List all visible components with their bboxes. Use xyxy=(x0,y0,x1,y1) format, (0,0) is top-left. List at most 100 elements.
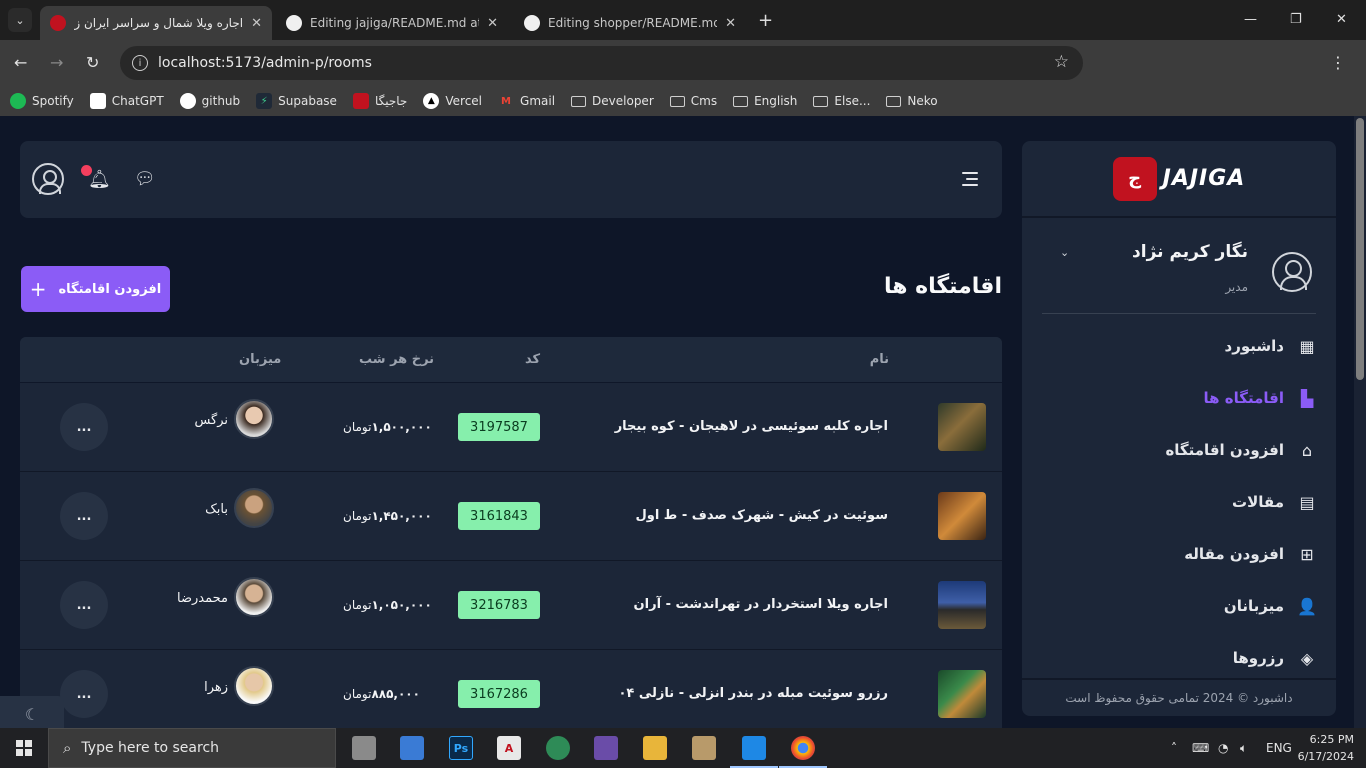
bookmark-folder-cms[interactable]: Cms xyxy=(669,94,717,108)
minimize-button[interactable]: — xyxy=(1244,12,1257,27)
user-profile-icon[interactable] xyxy=(32,163,64,195)
table-row[interactable]: اجاره کلبه سوئیسی در لاهیجان - کوه بیجار… xyxy=(20,383,1002,472)
browser-tab-strip: ⌄ اجاره ویلا شمال و سراسر ایران زیبا ✕ E… xyxy=(0,0,1366,40)
room-code-badge: 3197587 xyxy=(458,413,540,441)
folder-icon xyxy=(733,95,749,107)
bookmark-jajiga[interactable]: جاجیگا xyxy=(352,93,408,109)
column-header-price: نرخ هر شب xyxy=(359,352,435,367)
acrobat-icon[interactable]: A xyxy=(497,736,521,760)
profile-card[interactable]: نگار کریم نژاد مدیر ⌄ xyxy=(1042,218,1316,314)
browser-tab-2[interactable]: Editing jajiga/README.md at m ✕ xyxy=(276,6,508,40)
layers-icon: ◈ xyxy=(1300,648,1314,668)
price-value: ۱,۴۵۰,۰۰۰ xyxy=(371,509,432,523)
system-clock[interactable]: 6:25 PM 6/17/2024 xyxy=(1298,731,1354,765)
sidebar-item-rooms[interactable]: اقامتگاه ها ▙ xyxy=(1022,372,1336,424)
sidebar-item-reservations[interactable]: رزروها ◈ xyxy=(1022,632,1336,684)
visual-studio-icon[interactable] xyxy=(594,736,618,760)
more-options-button[interactable]: ... xyxy=(60,581,108,629)
control-panel-icon[interactable] xyxy=(400,736,424,760)
chat-icon[interactable]: 💬︎ xyxy=(134,169,156,189)
bookmark-star-icon[interactable]: ☆ xyxy=(1054,52,1069,72)
browser-tab-3[interactable]: Editing shopper/README.md at ✕ xyxy=(514,6,746,40)
sidebar-item-label: افزودن مقاله xyxy=(1184,545,1284,563)
close-tab-icon[interactable]: ✕ xyxy=(725,16,736,31)
new-tab-button[interactable]: + xyxy=(758,10,773,31)
sidebar-item-dashboard[interactable]: داشبورد ▦ xyxy=(1022,320,1336,372)
bookmark-folder-developer[interactable]: Developer xyxy=(571,94,654,108)
scrollbar-thumb[interactable] xyxy=(1356,118,1364,380)
recycle-bin-icon[interactable] xyxy=(352,736,376,760)
bookmark-folder-else[interactable]: Else... xyxy=(813,94,870,108)
volume-icon[interactable]: 🔈︎ xyxy=(1240,741,1247,756)
restore-button[interactable]: ❐ xyxy=(1290,12,1302,27)
forward-arrow-icon[interactable]: → xyxy=(50,53,63,72)
vercel-icon: ▲ xyxy=(423,93,440,109)
bookmark-folder-neko[interactable]: Neko xyxy=(886,94,938,108)
host-avatar xyxy=(234,577,274,617)
more-options-button[interactable]: ... xyxy=(60,492,108,540)
language-indicator[interactable]: ENG xyxy=(1266,741,1292,755)
tab-title: Editing jajiga/README.md at m xyxy=(310,16,480,30)
column-header-host: میزبان xyxy=(239,352,282,367)
tab-search-button[interactable]: ⌄ xyxy=(8,8,32,32)
sidebar-item-add-article[interactable]: افزودن مقاله ⊞ xyxy=(1022,528,1336,580)
sidebar-footer: داشبورد © 2024 تمامی حقوق محفوظ است xyxy=(1022,678,1336,716)
add-room-button[interactable]: + افزودن اقامتگاه xyxy=(21,266,170,312)
network-app-icon[interactable] xyxy=(546,736,570,760)
bookmark-github[interactable]: github xyxy=(179,93,241,109)
file-explorer-icon[interactable] xyxy=(643,736,667,760)
chrome-icon[interactable] xyxy=(779,736,827,768)
moon-icon[interactable]: ☾ xyxy=(0,696,64,728)
chevron-up-icon[interactable]: ˄ xyxy=(1171,741,1177,755)
bookmark-gmail[interactable]: M Gmail xyxy=(498,93,555,109)
close-tab-icon[interactable]: ✕ xyxy=(251,16,262,31)
sidebar-item-hosts[interactable]: میزبانان 👤 xyxy=(1022,580,1336,632)
address-bar[interactable]: i localhost:5173/admin-p/rooms ☆ xyxy=(120,46,1083,80)
hamburger-menu-icon[interactable] xyxy=(962,172,978,190)
sidebar-item-articles[interactable]: مقالات ▤ xyxy=(1022,476,1336,528)
gmail-icon: M xyxy=(501,95,511,107)
keyboard-icon[interactable]: ⌨ xyxy=(1192,741,1209,755)
installer-app-icon[interactable] xyxy=(692,736,716,760)
table-row[interactable]: اجاره ویلا استخردار در تهراندشت - آران 3… xyxy=(20,561,1002,650)
bookmark-chatgpt[interactable]: ChatGPT xyxy=(89,93,164,109)
photoshop-icon[interactable]: Ps xyxy=(449,736,473,760)
table-row[interactable]: سوئیت در کیش - شهرک صدف - ط اول 3161843 … xyxy=(20,472,1002,561)
more-options-button[interactable]: ... xyxy=(60,670,108,718)
bookmark-label: جاجیگا xyxy=(374,94,408,108)
sidebar-item-add-room[interactable]: افزودن اقامتگاه ⌂ xyxy=(1022,424,1336,476)
vscode-icon[interactable] xyxy=(730,736,778,768)
github-icon xyxy=(179,93,196,109)
admin-sidebar: ج JAJIGA نگار کریم نژاد مدیر ⌄ داشبورد ▦… xyxy=(1022,141,1336,716)
page-scrollbar[interactable] xyxy=(1354,116,1366,728)
bookmark-vercel[interactable]: ▲ Vercel xyxy=(423,93,482,109)
windows-start-icon[interactable] xyxy=(16,740,32,756)
wifi-icon[interactable]: ◔ xyxy=(1218,741,1228,755)
more-options-button[interactable]: ... xyxy=(60,403,108,451)
taskbar-search-box[interactable]: ⌕ Type here to search xyxy=(48,728,336,768)
close-tab-icon[interactable]: ✕ xyxy=(487,16,498,31)
folder-icon xyxy=(886,95,902,107)
menu-dots-icon[interactable]: ⋮ xyxy=(1330,53,1346,72)
browser-tab-1[interactable]: اجاره ویلا شمال و سراسر ایران زیبا ✕ xyxy=(40,6,272,40)
chevron-down-icon[interactable]: ⌄ xyxy=(1060,246,1069,259)
bell-icon[interactable]: 🔔︎ xyxy=(88,169,111,190)
bookmark-spotify[interactable]: Spotify xyxy=(10,93,74,109)
close-window-button[interactable]: ✕ xyxy=(1336,12,1347,27)
back-arrow-icon[interactable]: ← xyxy=(14,53,27,72)
site-info-icon[interactable]: i xyxy=(132,55,148,71)
chatgpt-icon xyxy=(89,93,106,109)
bookmark-label: github xyxy=(201,94,241,108)
host-avatar xyxy=(234,399,274,439)
room-price: ۱,۰۵۰,۰۰۰تومان xyxy=(343,598,432,612)
reload-icon[interactable]: ↻ xyxy=(86,53,99,72)
room-thumbnail xyxy=(938,492,986,540)
bookmark-folder-english[interactable]: English xyxy=(733,94,797,108)
price-value: ۱,۰۵۰,۰۰۰ xyxy=(371,598,432,612)
github-icon xyxy=(286,15,302,31)
bookmark-supabase[interactable]: ⚡ Supabase xyxy=(256,93,337,109)
host-avatar xyxy=(234,488,274,528)
host-avatar xyxy=(234,666,274,706)
host-name: بابک xyxy=(205,502,228,517)
table-row[interactable]: رزرو سوئیت مبله در بندر انزلی - نازلی ۰۴… xyxy=(20,650,1002,728)
